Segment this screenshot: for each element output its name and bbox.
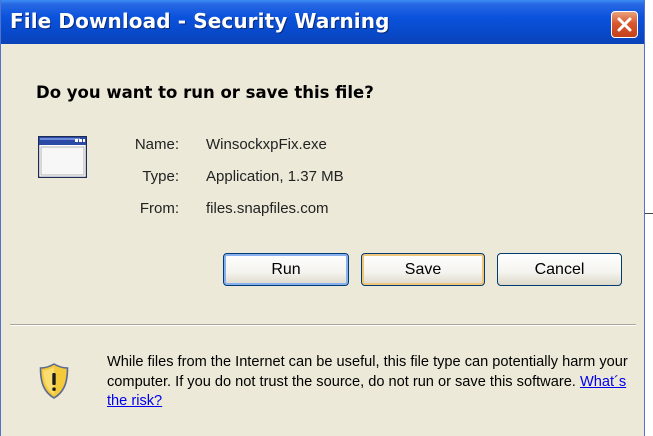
- run-button[interactable]: Run: [223, 253, 349, 286]
- file-name-value: WinsockxpFix.exe: [206, 136, 327, 153]
- window-title: File Download - Security Warning: [10, 9, 390, 33]
- from-label: From:: [139, 200, 179, 217]
- background-line: [645, 213, 653, 214]
- file-source-value: files.snapfiles.com: [206, 200, 329, 217]
- divider: [10, 324, 636, 326]
- type-label: Type:: [142, 168, 179, 185]
- cancel-button[interactable]: Cancel: [497, 253, 622, 286]
- close-button[interactable]: [611, 11, 638, 38]
- security-warning-text: While files from the Internet can be use…: [107, 353, 642, 412]
- close-icon: [617, 17, 632, 32]
- title-bar[interactable]: File Download - Security Warning: [1, 0, 644, 44]
- dialog-question: Do you want to run or save this file?: [36, 83, 374, 102]
- file-type-value: Application, 1.37 MB: [206, 168, 344, 185]
- save-button[interactable]: Save: [361, 253, 485, 286]
- shield-warning-icon: [39, 363, 69, 399]
- warning-message: While files from the Internet can be use…: [107, 354, 628, 390]
- file-download-dialog: File Download - Security Warning Do you …: [0, 0, 645, 436]
- name-label: Name:: [134, 136, 179, 153]
